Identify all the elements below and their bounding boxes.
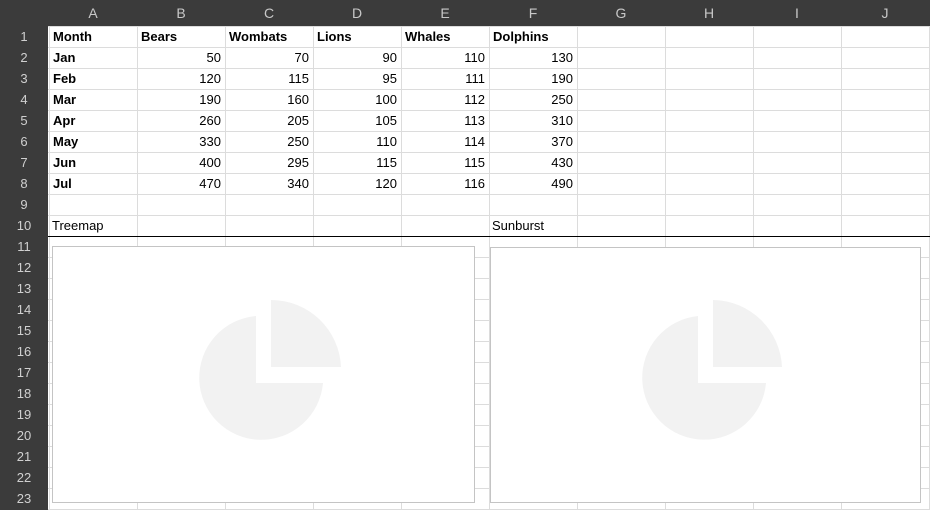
cell-C3[interactable]: 115 [225, 68, 313, 89]
cell-A1[interactable]: Month [49, 26, 137, 47]
row-header-8[interactable]: 8 [0, 173, 48, 194]
column-header-E[interactable]: E [401, 0, 489, 26]
cell-B3[interactable]: 120 [137, 68, 225, 89]
cell-E6[interactable]: 114 [401, 131, 489, 152]
treemap-chart-placeholder[interactable] [52, 246, 475, 503]
cell-D4[interactable]: 100 [313, 89, 401, 110]
cell-A3[interactable]: Feb [49, 68, 137, 89]
row-header-5[interactable]: 5 [0, 110, 48, 131]
row-header-1[interactable]: 1 [0, 26, 48, 47]
cell-A8[interactable]: Jul [49, 173, 137, 194]
row-header-18[interactable]: 18 [0, 383, 48, 404]
cell-E8[interactable]: 116 [401, 173, 489, 194]
cell-A2[interactable]: Jan [49, 47, 137, 68]
cell-D3[interactable]: 95 [313, 68, 401, 89]
cell-D1[interactable]: Lions [313, 26, 401, 47]
cell-F3[interactable]: 190 [489, 68, 577, 89]
cell-F5[interactable]: 310 [489, 110, 577, 131]
spreadsheet-grid[interactable]: Treemap Sunburst Month Bears Wombats Lions W… [48, 26, 930, 510]
cell-F2[interactable]: 130 [489, 47, 577, 68]
column-header-J[interactable]: J [841, 0, 929, 26]
row-header-21[interactable]: 21 [0, 446, 48, 467]
cell-B8[interactable]: 470 [137, 173, 225, 194]
pie-chart-icon [642, 300, 782, 440]
cell-B2[interactable]: 50 [137, 47, 225, 68]
pie-chart-icon [199, 299, 341, 440]
row-header-19[interactable]: 19 [0, 404, 48, 425]
cell-D5[interactable]: 105 [313, 110, 401, 131]
cell-F7[interactable]: 430 [489, 152, 577, 173]
cell-E1[interactable]: Whales [401, 26, 489, 47]
row-header-22[interactable]: 22 [0, 467, 48, 488]
cell-A6[interactable]: May [49, 131, 137, 152]
cell-E5[interactable]: 113 [401, 110, 489, 131]
row-header-11[interactable]: 11 [0, 236, 48, 257]
row-header-6[interactable]: 6 [0, 131, 48, 152]
pie-small-slice [271, 299, 341, 367]
cell-B1[interactable]: Bears [137, 26, 225, 47]
row-header-7[interactable]: 7 [0, 152, 48, 173]
cell-F4[interactable]: 250 [489, 89, 577, 110]
row-header-10[interactable]: 10 [0, 215, 48, 236]
column-header-bar: ABCDEFGHIJ [0, 0, 930, 26]
cell-C1[interactable]: Wombats [225, 26, 313, 47]
row-header-3[interactable]: 3 [0, 68, 48, 89]
cell-C6[interactable]: 250 [225, 131, 313, 152]
cell-C7[interactable]: 295 [225, 152, 313, 173]
row-header-15[interactable]: 15 [0, 320, 48, 341]
column-header-I[interactable]: I [753, 0, 841, 26]
cell-A4[interactable]: Mar [49, 89, 137, 110]
sunburst-chart-placeholder[interactable] [490, 247, 921, 503]
cell-F6[interactable]: 370 [489, 131, 577, 152]
cell-C2[interactable]: 70 [225, 47, 313, 68]
row-header-4[interactable]: 4 [0, 89, 48, 110]
cell-F1[interactable]: Dolphins [489, 26, 577, 47]
cell-B4[interactable]: 190 [137, 89, 225, 110]
column-header-D[interactable]: D [313, 0, 401, 26]
column-header-A[interactable]: A [49, 0, 137, 26]
cell-D8[interactable]: 120 [313, 173, 401, 194]
row-header-2[interactable]: 2 [0, 47, 48, 68]
cell-C4[interactable]: 160 [225, 89, 313, 110]
cell-E3[interactable]: 111 [401, 68, 489, 89]
cell-A5[interactable]: Apr [49, 110, 137, 131]
cell-D2[interactable]: 90 [313, 47, 401, 68]
column-header-H[interactable]: H [665, 0, 753, 26]
column-header-C[interactable]: C [225, 0, 313, 26]
cell-C5[interactable]: 205 [225, 110, 313, 131]
column-header-B[interactable]: B [137, 0, 225, 26]
cell-D6[interactable]: 110 [313, 131, 401, 152]
cell-E4[interactable]: 112 [401, 89, 489, 110]
row-header-13[interactable]: 13 [0, 278, 48, 299]
cell-C8[interactable]: 340 [225, 173, 313, 194]
row-header-17[interactable]: 17 [0, 362, 48, 383]
row-header-23[interactable]: 23 [0, 488, 48, 509]
pie-small-slice [713, 300, 782, 367]
cell-F10[interactable]: Sunburst [488, 215, 576, 236]
cell-B6[interactable]: 330 [137, 131, 225, 152]
cell-B5[interactable]: 260 [137, 110, 225, 131]
cell-E2[interactable]: 110 [401, 47, 489, 68]
cell-A7[interactable]: Jun [49, 152, 137, 173]
cell-E7[interactable]: 115 [401, 152, 489, 173]
row-header-14[interactable]: 14 [0, 299, 48, 320]
column-header-G[interactable]: G [577, 0, 665, 26]
cell-A10[interactable]: Treemap [48, 215, 136, 236]
cell-F8[interactable]: 490 [489, 173, 577, 194]
row-header-16[interactable]: 16 [0, 341, 48, 362]
row-header-20[interactable]: 20 [0, 425, 48, 446]
row-header-bar: 1 2 3 4 5 6 7 8 9 10 11 12 13 14 15 16 17 18 19 20 21 22 23 [0, 26, 48, 510]
cell-D7[interactable]: 115 [313, 152, 401, 173]
section-divider [48, 236, 930, 237]
row-header-12[interactable]: 12 [0, 257, 48, 278]
cell-B7[interactable]: 400 [137, 152, 225, 173]
row-header-9[interactable]: 9 [0, 194, 48, 215]
column-header-F[interactable]: F [489, 0, 577, 26]
